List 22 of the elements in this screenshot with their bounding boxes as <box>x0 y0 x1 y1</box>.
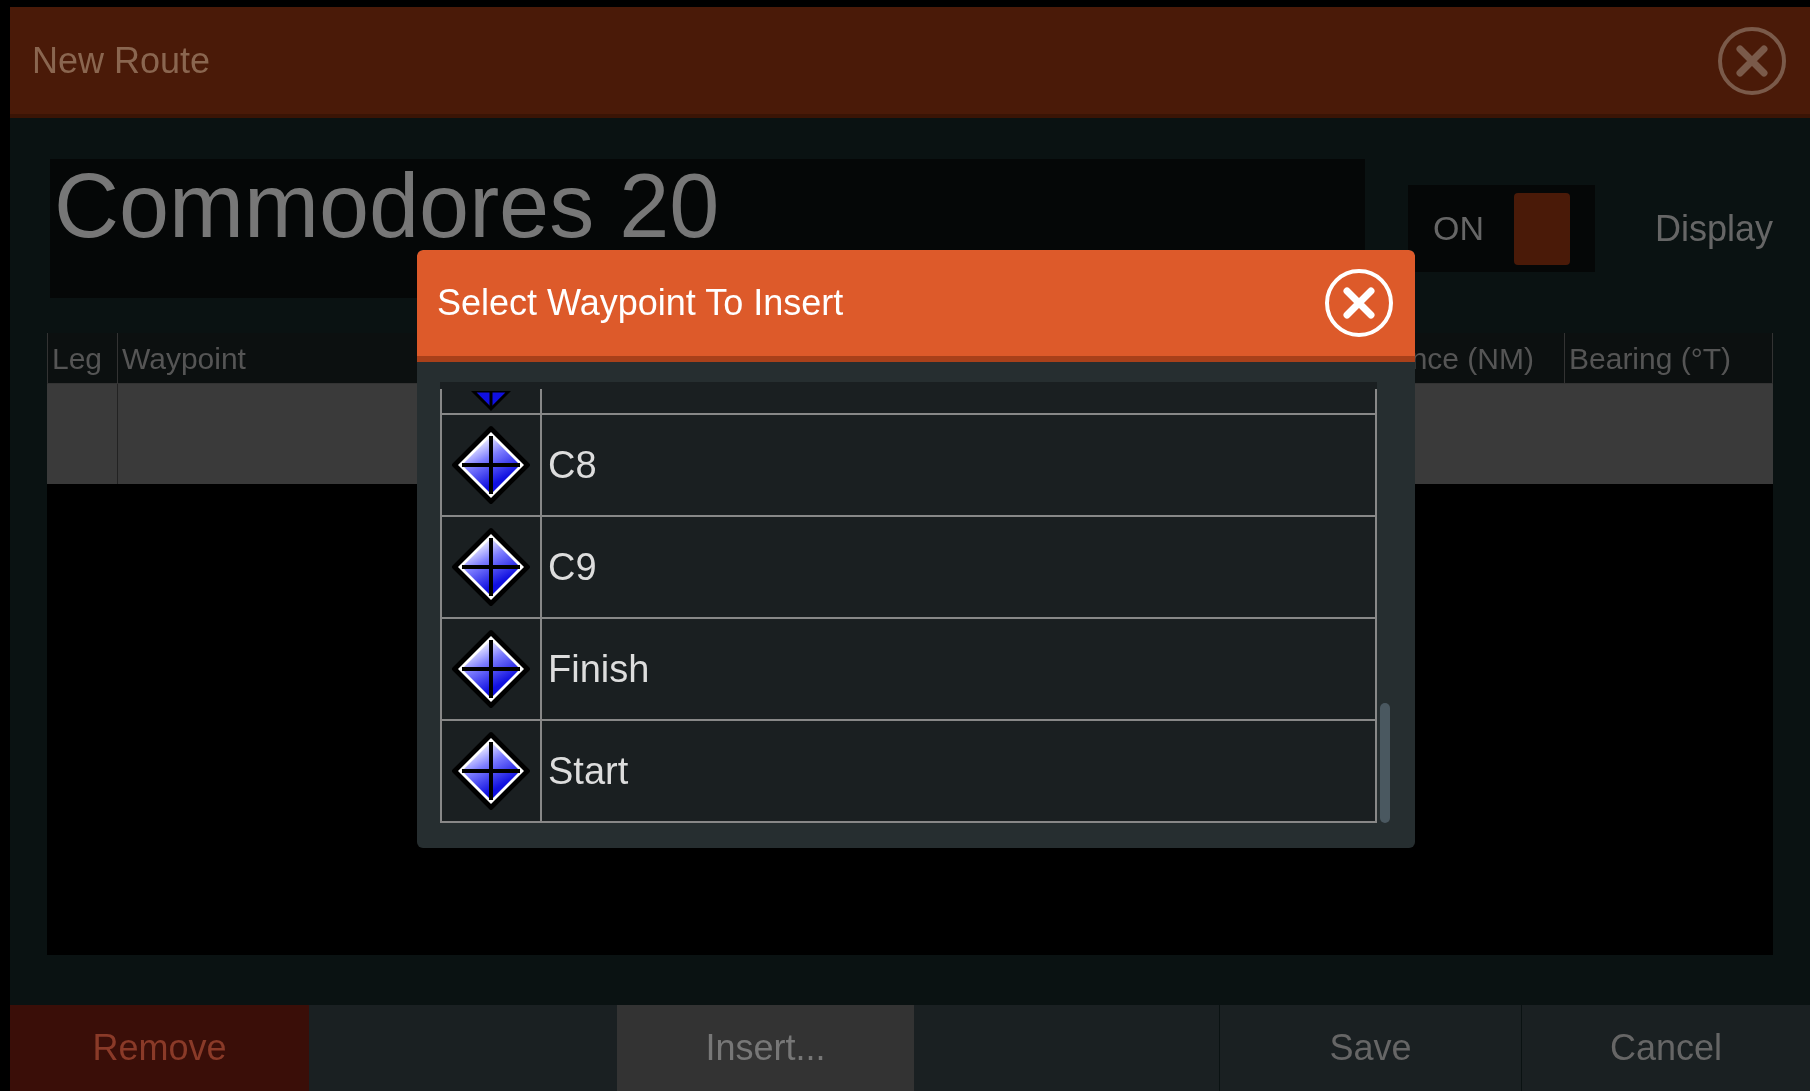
waypoint-row[interactable]: Start <box>440 721 1377 823</box>
close-icon[interactable] <box>1323 267 1395 339</box>
action-button[interactable]: Insert... <box>617 1005 914 1091</box>
column-header: Leg <box>47 333 118 383</box>
toggle-label: ON <box>1433 208 1484 249</box>
window-title: New Route <box>32 38 211 83</box>
waypoint-row[interactable]: C8 <box>440 415 1377 517</box>
waypoint-icon <box>471 391 511 413</box>
waypoint-row[interactable]: Finish <box>440 619 1377 721</box>
close-icon[interactable] <box>1716 24 1788 97</box>
waypoint-icon <box>451 731 531 811</box>
action-button[interactable]: Save <box>1219 1005 1521 1091</box>
waypoint-icon <box>451 527 531 607</box>
waypoint-icon <box>451 425 531 505</box>
display-toggle[interactable]: ON <box>1408 185 1595 272</box>
waypoint-icon <box>451 629 531 709</box>
route-name-text: Commodores 20 <box>53 159 720 251</box>
action-button[interactable]: Cancel <box>1521 1005 1810 1091</box>
scrollbar-thumb[interactable] <box>1380 703 1390 823</box>
display-label: Display <box>1655 206 1774 251</box>
column-header: Bearing (°T) <box>1565 333 1773 383</box>
waypoint-row[interactable]: C9 <box>440 517 1377 619</box>
